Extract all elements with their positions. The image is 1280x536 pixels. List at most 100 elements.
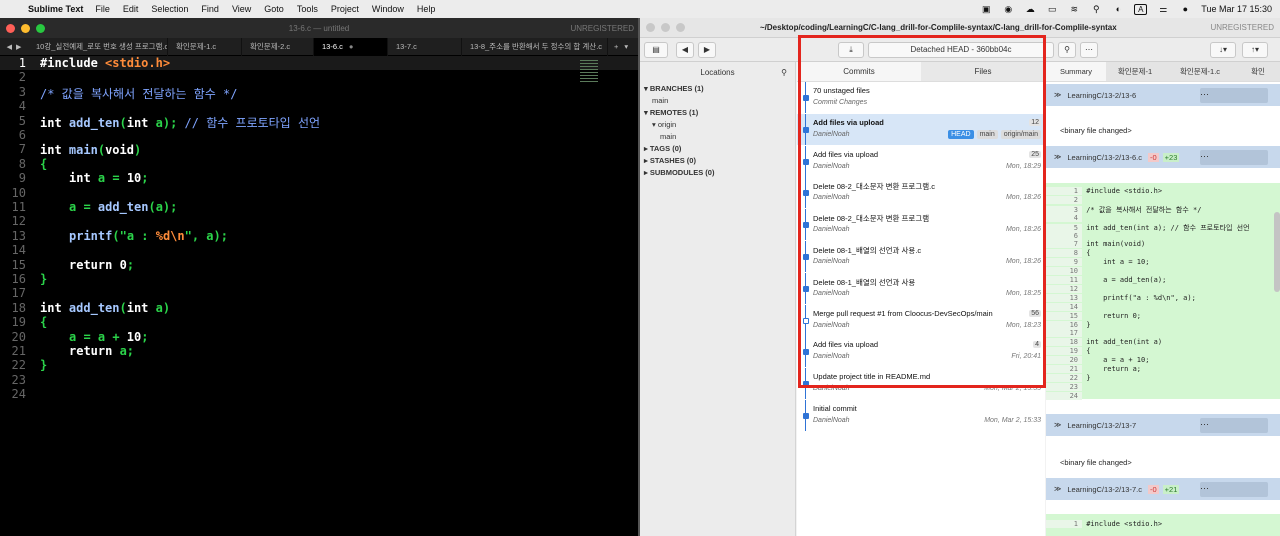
- code-line-19: {: [40, 315, 48, 329]
- tab-summary-file-2[interactable]: 확인문제-1.c: [1164, 62, 1236, 81]
- commit-row[interactable]: Add files via upload DanielNoah Mon, 18:29…: [797, 145, 1045, 177]
- menu-window[interactable]: Window: [372, 4, 404, 14]
- file-options-button[interactable]: ⋯: [1200, 149, 1268, 165]
- tab-summary-file-3[interactable]: 확인: [1236, 62, 1280, 81]
- menu-app-name[interactable]: Sublime Text: [28, 4, 83, 14]
- tab-menu-icon[interactable]: ▾: [624, 42, 628, 51]
- more-button[interactable]: ⋯: [1080, 41, 1098, 58]
- back-button[interactable]: ◀: [676, 41, 694, 58]
- commit-row[interactable]: Delete 08-1_배열의 선언과 사용.c DanielNoah Mon, 1…: [797, 241, 1045, 272]
- merge-close-button[interactable]: [646, 23, 655, 32]
- tab-summary-file-1[interactable]: 확인문제-1: [1106, 62, 1164, 81]
- file-header[interactable]: ≫ LearningC/13-2/13-7.c -0 +21 ⋯: [1046, 478, 1280, 500]
- commit-row[interactable]: Add files via upload DanielNoah Fri, 20:41…: [797, 336, 1045, 368]
- diff-line-text: int a = 10;: [1086, 258, 1150, 267]
- locations-search-icon[interactable]: ⚲: [781, 68, 787, 77]
- summary-scrollbar[interactable]: [1274, 212, 1280, 292]
- line-number: 16: [11, 272, 26, 286]
- menu-edit[interactable]: Edit: [123, 4, 139, 14]
- menu-project[interactable]: Project: [331, 4, 359, 14]
- input-source-icon[interactable]: A: [1134, 3, 1148, 15]
- search-button[interactable]: ⚲: [1058, 41, 1076, 58]
- tab-check-1[interactable]: 확인문제-1.c: [168, 37, 242, 56]
- tab-next-icon[interactable]: ▶: [16, 43, 21, 51]
- diff-line: 24: [1046, 391, 1280, 401]
- file-header[interactable]: ≫ LearningC/13-2/13-6 ⋯: [1046, 84, 1280, 106]
- commit-message: 70 unstaged files: [813, 86, 870, 95]
- menu-help[interactable]: Help: [417, 4, 436, 14]
- cloud-icon[interactable]: ☁: [1024, 4, 1036, 14]
- code-token: int: [126, 301, 149, 315]
- menu-file[interactable]: File: [95, 4, 110, 14]
- ref-tag[interactable]: main: [976, 129, 998, 139]
- diff-line-text: return 0;: [1086, 311, 1142, 320]
- remotes-section[interactable]: ▾ REMOTES (1): [644, 108, 698, 117]
- stash-button[interactable]: ⤓: [838, 41, 864, 58]
- push-button[interactable]: ↑▾: [1242, 41, 1268, 58]
- ref-tag[interactable]: origin/main: [1000, 129, 1041, 139]
- stashes-section[interactable]: ▸ STASHES (0): [644, 156, 696, 165]
- siri-icon[interactable]: ●: [1179, 4, 1191, 14]
- remote-branch-main[interactable]: main: [660, 132, 676, 141]
- menu-find[interactable]: Find: [201, 4, 219, 14]
- file-name: LearningC/13-2/13-7: [1067, 420, 1137, 430]
- stage-icon[interactable]: ▣: [980, 4, 992, 14]
- tab-13-7[interactable]: 13-7.c: [388, 37, 462, 56]
- commit-node-icon: [803, 95, 809, 101]
- line-number-gutter: 1 2 3 4 5 6 7 8 9 10 11 12 13 14 15 16 17 18 19 20 21 22 23 24: [0, 56, 32, 536]
- tab-summary[interactable]: Summary: [1046, 62, 1106, 81]
- commit-row[interactable]: Add files via upload DanielNoah 12 HEAD main…: [797, 113, 1045, 145]
- file-options-button[interactable]: ⋯: [1200, 481, 1268, 497]
- diff-line: 16 }: [1046, 320, 1280, 330]
- commit-row[interactable]: Initial commit DanielNoah Mon, Mar 2, 15:3…: [797, 400, 1045, 431]
- menu-selection[interactable]: Selection: [151, 4, 188, 14]
- diff-line-number: 14: [1046, 302, 1082, 311]
- camera-icon[interactable]: ◉: [1002, 4, 1014, 14]
- pull-button[interactable]: ↓▾: [1210, 41, 1236, 58]
- remote-origin[interactable]: ▾ origin: [652, 120, 676, 129]
- tab-prev-icon[interactable]: ◀: [7, 43, 12, 51]
- minimap[interactable]: [580, 60, 598, 90]
- branches-section[interactable]: ▾ BRANCHES (1): [644, 84, 704, 93]
- commit-row[interactable]: 70 unstaged files Commit Changes: [797, 82, 1045, 113]
- commit-row[interactable]: Delete 08-2_대소문자 변환 프로그램 DanielNoah Mon, 1…: [797, 209, 1045, 241]
- toggle-icon[interactable]: ⚌: [1157, 4, 1169, 14]
- menu-clock[interactable]: Tue Mar 17 15:30: [1201, 4, 1272, 14]
- forward-button[interactable]: ▶: [698, 41, 716, 58]
- sidebar-toggle-button[interactable]: ▤: [644, 41, 668, 58]
- tab-files[interactable]: Files: [921, 62, 1045, 81]
- tab-check-2[interactable]: 확인문제-2.c: [242, 37, 314, 56]
- commit-row[interactable]: Merge pull request #1 from Cloocus-DevSe…: [797, 304, 1045, 336]
- menu-tools[interactable]: Tools: [297, 4, 318, 14]
- tags-section[interactable]: ▸ TAGS (0): [644, 144, 681, 153]
- menu-goto[interactable]: Goto: [264, 4, 284, 14]
- ref-tag[interactable]: HEAD: [948, 129, 974, 139]
- commit-row[interactable]: Delete 08-1_배열의 선언과 사용 DanielNoah Mon, 18:…: [797, 272, 1045, 304]
- diff-line-number: 4: [1046, 213, 1082, 222]
- file-options-button[interactable]: ⋯: [1200, 87, 1268, 103]
- tab-commits[interactable]: Commits: [797, 62, 921, 81]
- code-editor[interactable]: 1 2 3 4 5 6 7 8 9 10 11 12 13 14 15 16 17 18 19 20 21 22 23 24 …: [0, 56, 638, 536]
- tab-lotto[interactable]: 10강_실전예제_로또 번호 생성 프로그램.c: [28, 37, 168, 56]
- menu-view[interactable]: View: [232, 4, 251, 14]
- line-number: 14: [11, 243, 26, 258]
- branch-selector[interactable]: Detached HEAD - 360bb04c: [868, 41, 1054, 58]
- search-icon[interactable]: ⚲: [1090, 4, 1102, 14]
- merge-minimize-button[interactable]: [661, 23, 670, 32]
- commit-message: Initial commit: [813, 404, 857, 413]
- submodules-section[interactable]: ▸ SUBMODULES (0): [644, 168, 714, 177]
- battery-icon[interactable]: ▭: [1046, 4, 1058, 14]
- tab-13-6[interactable]: 13-6.c ●: [314, 37, 388, 56]
- file-options-button[interactable]: ⋯: [1200, 417, 1268, 433]
- branch-main[interactable]: main: [652, 96, 668, 105]
- tab-modified-icon[interactable]: ●: [349, 42, 354, 51]
- new-tab-icon[interactable]: +: [614, 42, 618, 51]
- commit-row[interactable]: Delete 08-2_대소문자 변환 프로그램.c DanielNoah Mon,…: [797, 177, 1045, 209]
- control-center-icon[interactable]: ◐: [1112, 4, 1124, 14]
- tab-13-8[interactable]: 13-8_주소를 반환해서 두 정수의 합 계산.c: [462, 37, 608, 56]
- file-header[interactable]: ≫ LearningC/13-2/13-6.c -0 +23 ⋯: [1046, 146, 1280, 168]
- merge-zoom-button[interactable]: [676, 23, 685, 32]
- file-header[interactable]: ≫ LearningC/13-2/13-7 ⋯: [1046, 414, 1280, 436]
- wifi-icon[interactable]: ≋: [1068, 4, 1080, 14]
- commit-row[interactable]: Update project title in README.md DanielN…: [797, 368, 1045, 400]
